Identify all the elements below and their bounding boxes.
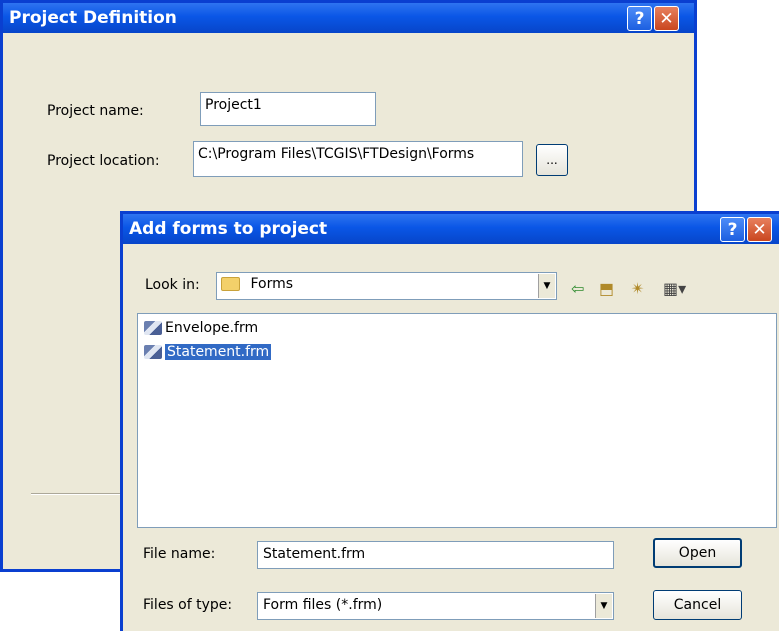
look-in-label: Look in: [145,277,200,293]
folder-icon [221,277,240,291]
close-button-2[interactable]: ✕ [747,217,772,242]
project-definition-titlebar[interactable]: Project Definition [3,3,694,33]
file-name-input[interactable]: Statement.frm [257,541,614,569]
file-type-value: Form files (*.frm) [263,597,383,613]
file-name-label: File name: [143,546,215,562]
add-forms-title: Add forms to project [129,219,328,239]
close-icon: ✕ [752,219,767,240]
project-name-input[interactable]: Project1 [200,92,376,126]
close-button[interactable]: ✕ [654,6,679,31]
file-item-label: Envelope.frm [165,320,259,336]
file-type-combo[interactable]: Form files (*.frm) ▼ [257,592,614,620]
open-button[interactable]: Open [653,538,742,568]
project-definition-title: Project Definition [9,8,177,28]
form-file-icon [144,345,162,359]
project-location-input[interactable]: C:\Program Files\TCGIS\FTDesign\Forms [193,141,523,177]
file-item-label: Statement.frm [165,344,272,360]
new-folder-icon[interactable]: ✴ [631,279,644,298]
close-icon: ✕ [659,8,674,29]
view-menu-icon[interactable]: ▦▾ [663,279,686,298]
look-in-label-text: Look in: [145,277,200,293]
add-forms-dialog: Add forms to project ? ✕ Look in: Forms … [120,211,779,631]
help-icon: ? [727,219,738,240]
file-item-envelope[interactable]: Envelope.frm [144,320,258,336]
chevron-down-icon[interactable]: ▼ [538,274,555,298]
back-arrow-icon[interactable]: ⇦ [571,279,584,298]
file-item-statement[interactable]: Statement.frm [144,344,272,360]
chevron-down-icon[interactable]: ▼ [595,594,612,618]
help-button[interactable]: ? [627,6,652,31]
browse-location-button[interactable]: ... [536,144,568,176]
ellipsis-icon: ... [546,153,558,167]
project-name-label-text: Project name: [47,103,144,119]
look-in-value: Forms [250,276,294,292]
project-location-label: Project location: [47,153,160,169]
file-type-label-text: Files of type: [143,597,233,613]
form-file-icon [144,321,162,335]
open-button-label: Open [678,545,717,561]
file-list[interactable]: Envelope.frm Statement.frm [137,313,777,528]
up-folder-icon[interactable]: ⬒ [599,279,614,298]
help-button-2[interactable]: ? [720,217,745,242]
help-icon: ? [634,8,645,29]
cancel-button[interactable]: Cancel [653,590,742,620]
look-in-combo[interactable]: Forms ▼ [216,272,557,300]
project-name-label: Project name: [47,103,144,119]
file-name-label-text: File name: [143,546,216,562]
cancel-button-label: Cancel [673,597,722,613]
project-location-label-text: Project location: [47,153,160,169]
divider [31,493,126,495]
file-type-label: Files of type: [143,597,232,613]
add-forms-titlebar[interactable]: Add forms to project [123,214,779,244]
